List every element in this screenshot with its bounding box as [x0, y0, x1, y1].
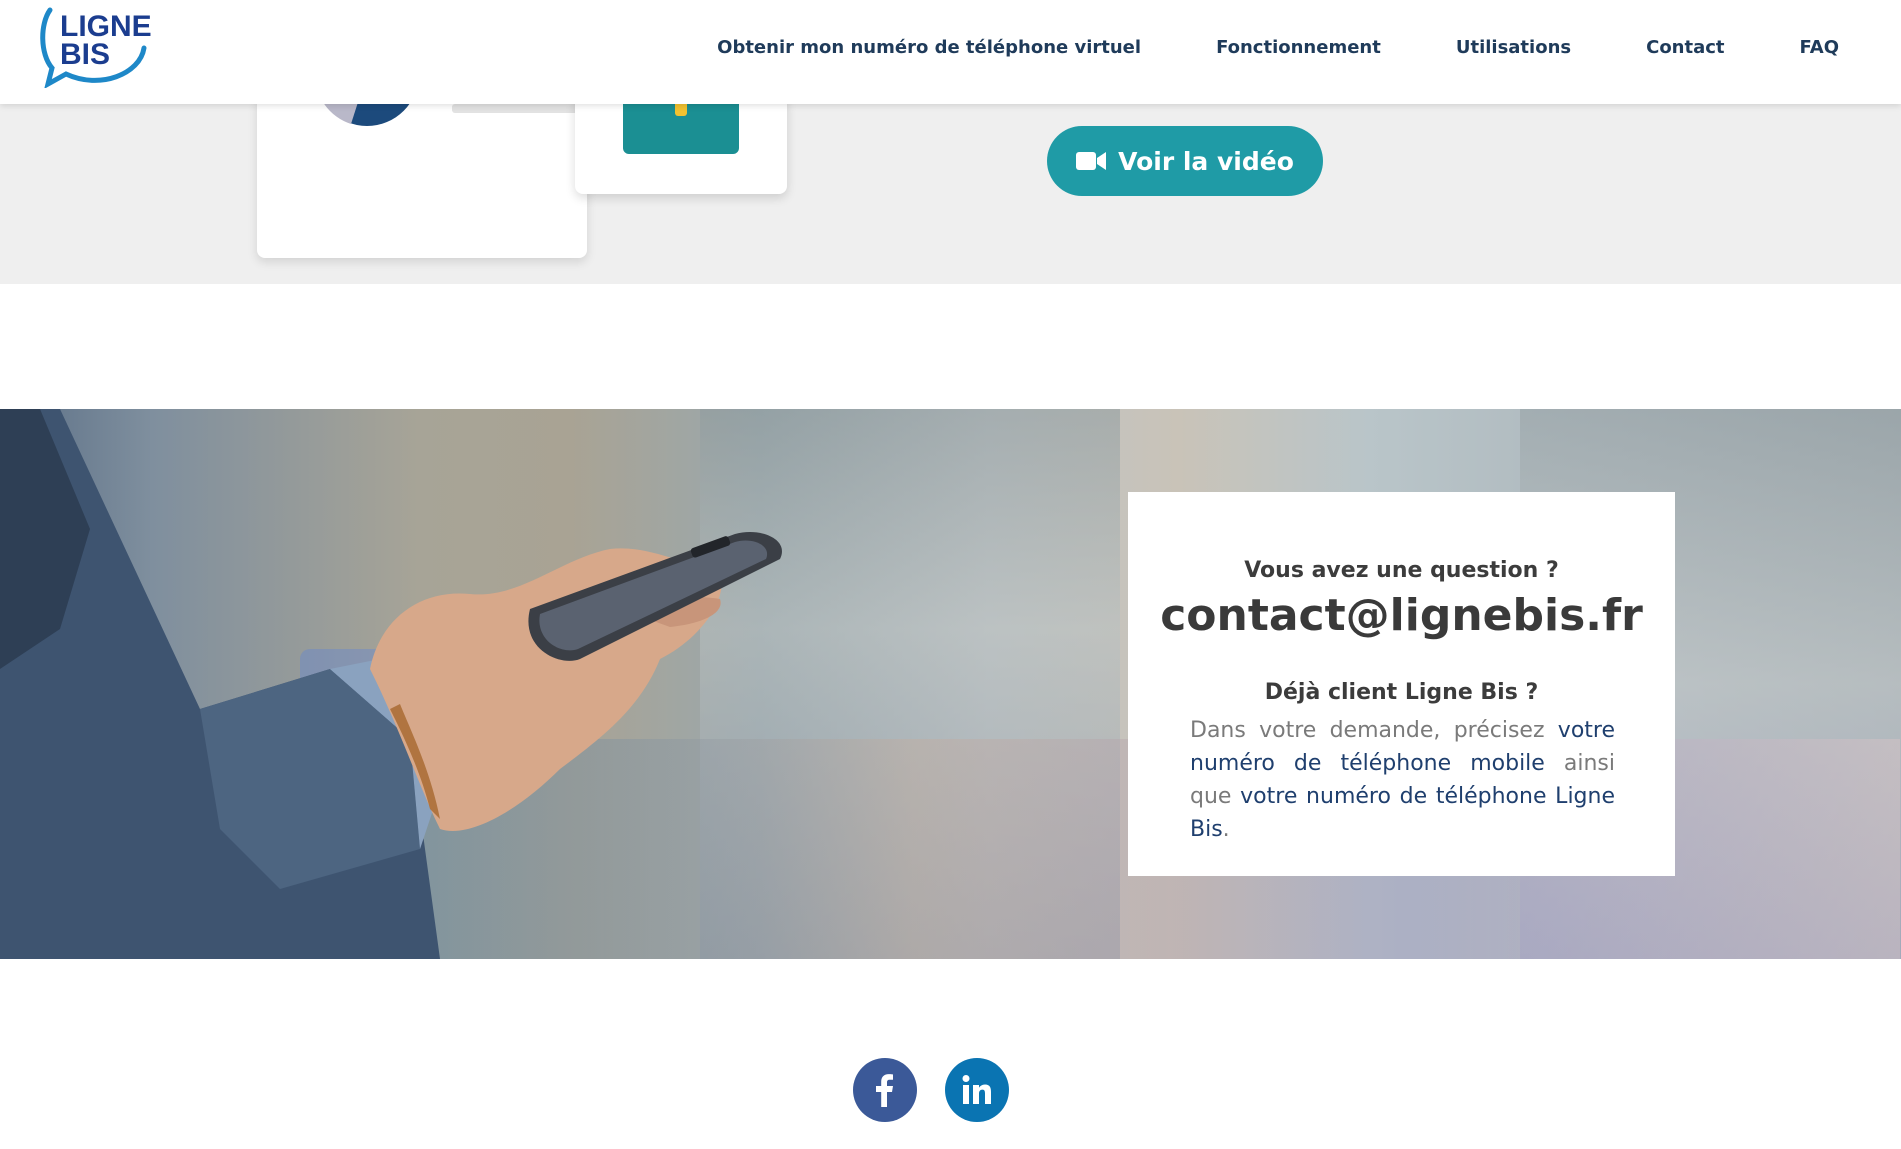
nav-get-number[interactable]: Obtenir mon numéro de téléphone virtuel — [717, 37, 1141, 58]
video-camera-icon — [1076, 152, 1107, 170]
contact-photo-section: Vous avez une question ? contact@lignebi… — [0, 409, 1901, 959]
main-nav: Obtenir mon numéro de téléphone virtuel … — [642, 0, 1839, 94]
page: LIGNE BIS Obtenir mon numéro de téléphon… — [0, 0, 1901, 1149]
linkedin-button[interactable] — [945, 1058, 1009, 1122]
ligne-bis-number-highlight: votre numéro de téléphone Ligne Bis — [1190, 784, 1615, 842]
illustration-briefcase-card — [575, 94, 787, 194]
ligne-bis-logo[interactable]: LIGNE BIS — [40, 4, 162, 89]
hero-section: Voir la vidéo — [0, 94, 1901, 284]
nav-uses[interactable]: Utilisations — [1456, 37, 1571, 58]
contact-email-link[interactable]: contact@lignebis.fr — [1128, 590, 1675, 641]
contact-card: Vous avez une question ? contact@lignebi… — [1128, 492, 1675, 876]
linkedin-icon — [962, 1075, 991, 1104]
client-title: Déjà client Ligne Bis ? — [1264, 680, 1539, 705]
facebook-button[interactable] — [853, 1058, 917, 1122]
site-header: LIGNE BIS Obtenir mon numéro de téléphon… — [0, 0, 1901, 104]
hand-holding-phone-image — [0, 409, 782, 959]
client-text-part: . — [1222, 817, 1230, 842]
client-text-part: Dans votre demande, précisez — [1190, 718, 1558, 743]
svg-text:BIS: BIS — [60, 38, 110, 71]
watch-video-button[interactable]: Voir la vidéo — [1047, 126, 1323, 196]
watch-video-label: Voir la vidéo — [1118, 146, 1294, 176]
client-instructions: Dans votre demande, précisez votre numér… — [1190, 714, 1615, 846]
nav-faq[interactable]: FAQ — [1800, 37, 1839, 58]
nav-how-it-works[interactable]: Fonctionnement — [1216, 37, 1381, 58]
illustration-bar — [452, 104, 587, 113]
question-title: Vous avez une question ? — [1244, 558, 1559, 583]
facebook-icon — [876, 1074, 893, 1107]
nav-contact[interactable]: Contact — [1646, 37, 1724, 58]
illustration-chart-card — [257, 94, 587, 258]
